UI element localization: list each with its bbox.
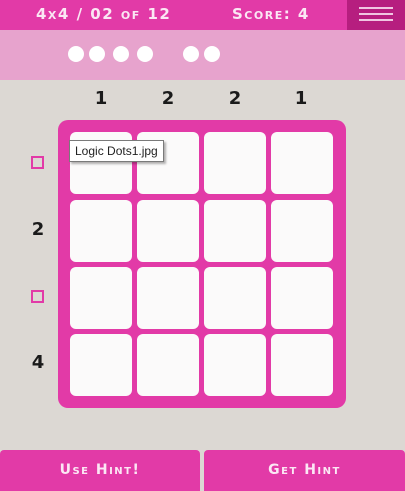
progress-bar xyxy=(0,30,405,80)
menu-button[interactable] xyxy=(347,0,405,30)
grid-cell[interactable] xyxy=(70,334,132,396)
progress-dot xyxy=(89,46,105,62)
score-display: Score: 4 xyxy=(232,5,310,23)
hamburger-menu-icon xyxy=(359,7,393,9)
top-bar: 4x4 / 02 of 12 Score: 4 xyxy=(0,0,405,30)
grid-cell[interactable] xyxy=(271,132,333,194)
column-clue: 2 xyxy=(228,88,242,109)
filename-tooltip: Logic Dots1.jpg xyxy=(69,140,164,162)
grid-cell[interactable] xyxy=(137,267,199,329)
column-clue: 1 xyxy=(294,88,308,109)
progress-dot xyxy=(204,46,220,62)
column-clue: 2 xyxy=(161,88,175,109)
empty-row-clue-box xyxy=(31,290,44,303)
grid-cell[interactable] xyxy=(137,334,199,396)
progress-dot xyxy=(137,46,153,62)
row-clue: 4 xyxy=(31,352,45,373)
empty-row-clue-box xyxy=(31,156,44,169)
grid-cell[interactable] xyxy=(204,132,266,194)
grid-cell[interactable] xyxy=(271,200,333,262)
grid-cell[interactable] xyxy=(70,267,132,329)
grid-cell[interactable] xyxy=(204,200,266,262)
row-clue: 2 xyxy=(31,219,45,240)
grid-cell[interactable] xyxy=(204,334,266,396)
grid-cell[interactable] xyxy=(137,200,199,262)
use-hint-button[interactable]: Use Hint! xyxy=(0,450,200,491)
progress-dot xyxy=(113,46,129,62)
progress-dot xyxy=(68,46,84,62)
get-hint-button[interactable]: Get Hint xyxy=(204,450,405,491)
grid-cell[interactable] xyxy=(204,267,266,329)
progress-dot xyxy=(183,46,199,62)
grid-cell[interactable] xyxy=(70,200,132,262)
grid-cell[interactable] xyxy=(271,334,333,396)
grid-cell[interactable] xyxy=(271,267,333,329)
level-indicator: 4x4 / 02 of 12 xyxy=(36,5,172,23)
game-board xyxy=(58,120,346,408)
column-clue: 1 xyxy=(94,88,108,109)
